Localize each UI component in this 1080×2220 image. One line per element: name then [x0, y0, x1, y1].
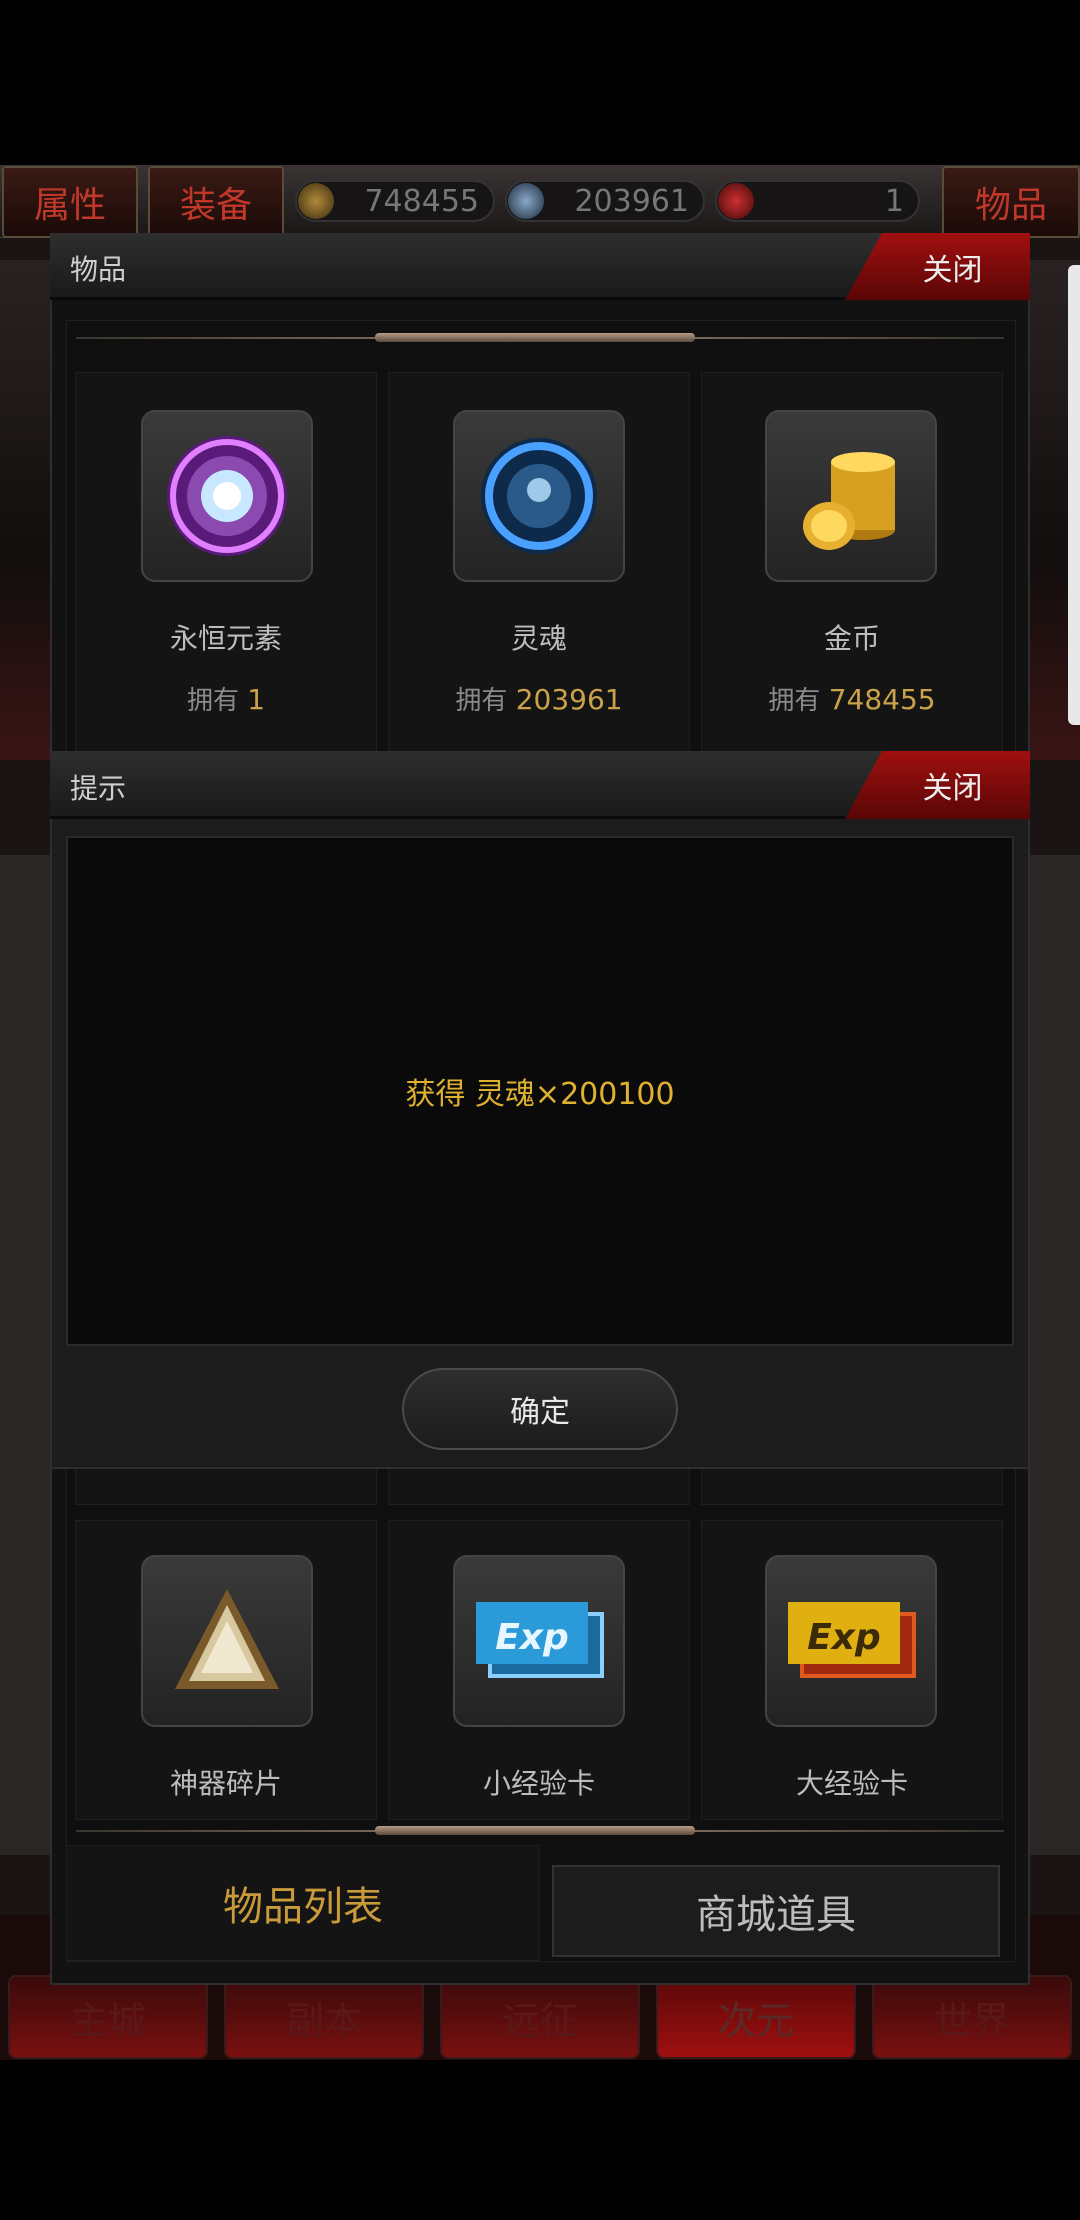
items-panel-tabs: 物品列表 商城道具 — [66, 1845, 1014, 1961]
item-own-count: 拥有 1 — [186, 683, 266, 716]
soul-amount: 203961 — [574, 183, 689, 219]
items-panel-title: 物品 — [70, 253, 127, 286]
tip-dialog-title: 提示 — [70, 772, 127, 805]
item-own-count: 拥有 748455 — [768, 683, 936, 716]
item-name: 金币 — [823, 622, 880, 655]
item-name: 灵魂 — [510, 622, 567, 655]
item-name: 永恒元素 — [169, 622, 282, 655]
eternal-element-icon — [141, 410, 313, 582]
nav-expedition[interactable]: 远征 — [440, 1975, 640, 2059]
tab-items[interactable]: 物品 — [942, 166, 1080, 238]
tab-attributes[interactable]: 属性 — [2, 166, 138, 238]
reward-message: 获得 灵魂×200100 — [405, 1077, 675, 1112]
nav-dungeon[interactable]: 副本 — [224, 1975, 424, 2059]
item-name: 大经验卡 — [795, 1767, 908, 1800]
svg-text:Exp: Exp — [807, 1617, 881, 1658]
gold-amount: 748455 — [364, 183, 479, 219]
gold-coin-icon — [765, 410, 937, 582]
crystal-icon — [718, 183, 754, 219]
gold-coin-icon — [298, 183, 334, 219]
item-name: 神器碎片 — [169, 1767, 282, 1800]
large-exp-card-icon: Exp — [765, 1555, 937, 1727]
item-own-count: 拥有 203961 — [455, 683, 623, 716]
tab-shop-items[interactable]: 商城道具 — [552, 1865, 1000, 1957]
tab-equipment[interactable]: 装备 — [148, 166, 284, 238]
svg-text:Exp: Exp — [495, 1617, 569, 1658]
soul-icon — [508, 183, 544, 219]
item-name: 小经验卡 — [482, 1767, 595, 1800]
tab-item-list[interactable]: 物品列表 — [66, 1845, 540, 1961]
tip-dialog-body: 获得 灵魂×200100 — [66, 836, 1014, 1346]
nav-dimension[interactable]: 次元 — [656, 1975, 856, 2059]
nav-main-city[interactable]: 主城 — [8, 1975, 208, 2059]
right-sidebar — [1030, 855, 1080, 1855]
small-exp-card-icon: Exp — [453, 1555, 625, 1727]
confirm-button[interactable]: 确定 — [402, 1368, 678, 1450]
nav-world[interactable]: 世界 — [872, 1975, 1072, 2059]
soul-icon — [453, 410, 625, 582]
top-divider-ornament — [375, 333, 695, 342]
third-amount: 1 — [884, 183, 904, 219]
artifact-shard-icon — [141, 1555, 313, 1727]
edge-scroll-indicator — [1068, 265, 1080, 725]
left-sidebar — [0, 855, 50, 1855]
bottom-divider-ornament — [375, 1826, 695, 1835]
